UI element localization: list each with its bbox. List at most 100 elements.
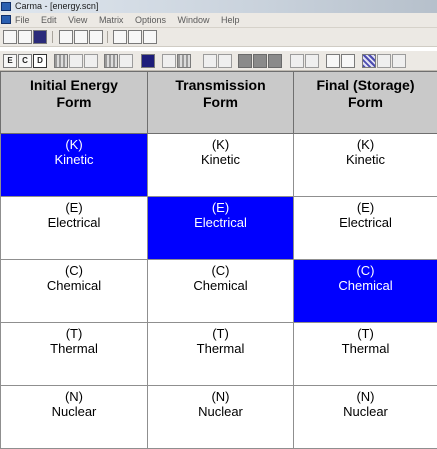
- matrix-cell[interactable]: (C)Chemical: [148, 260, 294, 323]
- header-line: Form: [57, 94, 92, 110]
- cell-code: (C): [294, 260, 437, 278]
- table-row: (K)Kinetic(K)Kinetic(K)Kinetic: [1, 134, 437, 197]
- menu-options[interactable]: Options: [135, 13, 166, 27]
- cell-name: Kinetic: [1, 152, 147, 167]
- cell-code: (N): [148, 386, 293, 404]
- cell-name: Chemical: [148, 278, 293, 293]
- paste-icon[interactable]: [89, 30, 103, 44]
- grid-small-icon[interactable]: [377, 54, 391, 68]
- cell-name: Electrical: [294, 215, 437, 230]
- cell-code: (T): [148, 323, 293, 341]
- matrix-cell[interactable]: (K)Kinetic: [1, 134, 148, 197]
- matrix-cell[interactable]: (N)Nuclear: [148, 386, 294, 449]
- table-row: (T)Thermal(T)Thermal(T)Thermal: [1, 323, 437, 386]
- cell-name: Nuclear: [148, 404, 293, 419]
- matrix-toolbar: E C D: [0, 51, 437, 71]
- header-line: Form: [348, 94, 383, 110]
- table-row: (C)Chemical(C)Chemical(C)Chemical: [1, 260, 437, 323]
- cell-code: (N): [294, 386, 437, 404]
- matrix-cell[interactable]: (N)Nuclear: [294, 386, 437, 449]
- open-folder-icon[interactable]: [18, 30, 32, 44]
- cut-icon[interactable]: [59, 30, 73, 44]
- remove-icon[interactable]: [341, 54, 355, 68]
- menu-help[interactable]: Help: [221, 13, 240, 27]
- title-bar: Carma - [energy.scn]: [0, 0, 437, 13]
- copy-icon[interactable]: [74, 30, 88, 44]
- matrix-cell[interactable]: (E)Electrical: [294, 197, 437, 260]
- matrix-cell[interactable]: (T)Thermal: [1, 323, 148, 386]
- column-icon[interactable]: [141, 54, 155, 68]
- mode-c-button[interactable]: C: [18, 54, 32, 68]
- cell-code: (E): [294, 197, 437, 215]
- menu-edit[interactable]: Edit: [41, 13, 57, 27]
- fill-alt-icon[interactable]: [253, 54, 267, 68]
- matrix-cell[interactable]: (C)Chemical: [294, 260, 437, 323]
- cell-name: Chemical: [294, 278, 437, 293]
- menu-view[interactable]: View: [68, 13, 87, 27]
- column-header-final[interactable]: Final (Storage)Form: [294, 72, 437, 134]
- column-header-transmission[interactable]: TransmissionForm: [148, 72, 294, 134]
- document-icon[interactable]: [1, 15, 11, 24]
- edit-e-icon[interactable]: [203, 54, 217, 68]
- cell-code: (T): [294, 323, 437, 341]
- matrix-cell[interactable]: (E)Electrical: [148, 197, 294, 260]
- matrix-cell[interactable]: (C)Chemical: [1, 260, 148, 323]
- mode-d-button[interactable]: D: [33, 54, 47, 68]
- matrix-cell[interactable]: (T)Thermal: [294, 323, 437, 386]
- header-line: Form: [203, 94, 238, 110]
- cell-code: (E): [1, 197, 147, 215]
- asterisk-icon[interactable]: [162, 54, 176, 68]
- cell-code: (K): [1, 134, 147, 152]
- print-preview-icon[interactable]: [113, 30, 127, 44]
- header-row: Initial EnergyForm TransmissionForm Fina…: [1, 72, 437, 134]
- save-icon[interactable]: [33, 30, 47, 44]
- grid-view-icon[interactable]: [54, 54, 68, 68]
- fill-icon[interactable]: [238, 54, 252, 68]
- mode-e-button[interactable]: E: [3, 54, 17, 68]
- cell-name: Nuclear: [1, 404, 147, 419]
- header-line: Final (Storage): [316, 77, 414, 93]
- cell-code: (T): [1, 323, 147, 341]
- matrix-cell[interactable]: (K)Kinetic: [294, 134, 437, 197]
- table-row: (N)Nuclear(N)Nuclear(N)Nuclear: [1, 386, 437, 449]
- table-row: (E)Electrical(E)Electrical(E)Electrical: [1, 197, 437, 260]
- cell-name: Nuclear: [294, 404, 437, 419]
- window-title: Carma - [energy.scn]: [15, 0, 98, 13]
- pattern-icon[interactable]: [362, 54, 376, 68]
- column-header-initial[interactable]: Initial EnergyForm: [1, 72, 148, 134]
- cell-name: Chemical: [1, 278, 147, 293]
- cell-name: Electrical: [148, 215, 293, 230]
- new-file-icon[interactable]: [3, 30, 17, 44]
- box-icon[interactable]: [392, 54, 406, 68]
- header-line: Initial Energy: [30, 77, 118, 93]
- menu-file[interactable]: File: [15, 13, 30, 27]
- cell-name: Thermal: [294, 341, 437, 356]
- print-icon[interactable]: [128, 30, 142, 44]
- lock-icon[interactable]: [290, 54, 304, 68]
- matrix-cell[interactable]: (E)Electrical: [1, 197, 148, 260]
- table-alt-icon[interactable]: [119, 54, 133, 68]
- matrix-cell[interactable]: (N)Nuclear: [1, 386, 148, 449]
- grid-view-alt-icon[interactable]: [69, 54, 83, 68]
- menu-bar: File Edit View Matrix Options Window Hel…: [0, 13, 437, 28]
- cell-code: (K): [148, 134, 293, 152]
- table-icon[interactable]: [104, 54, 118, 68]
- energy-matrix: Initial EnergyForm TransmissionForm Fina…: [0, 71, 437, 449]
- cell-code: (N): [1, 386, 147, 404]
- help-icon[interactable]: [143, 30, 157, 44]
- menu-window[interactable]: Window: [178, 13, 210, 27]
- cell-code: (K): [294, 134, 437, 152]
- refresh-icon[interactable]: [84, 54, 98, 68]
- cell-name: Kinetic: [148, 152, 293, 167]
- add-icon[interactable]: [326, 54, 340, 68]
- menu-matrix[interactable]: Matrix: [99, 13, 124, 27]
- unlock-icon[interactable]: [305, 54, 319, 68]
- matrix-cell[interactable]: (T)Thermal: [148, 323, 294, 386]
- matrix-icon[interactable]: [177, 54, 191, 68]
- fill-second-icon[interactable]: [268, 54, 282, 68]
- edit-e-alt-icon[interactable]: [218, 54, 232, 68]
- cell-name: Kinetic: [294, 152, 437, 167]
- cell-code: (C): [148, 260, 293, 278]
- matrix-cell[interactable]: (K)Kinetic: [148, 134, 294, 197]
- app-icon: [1, 2, 11, 11]
